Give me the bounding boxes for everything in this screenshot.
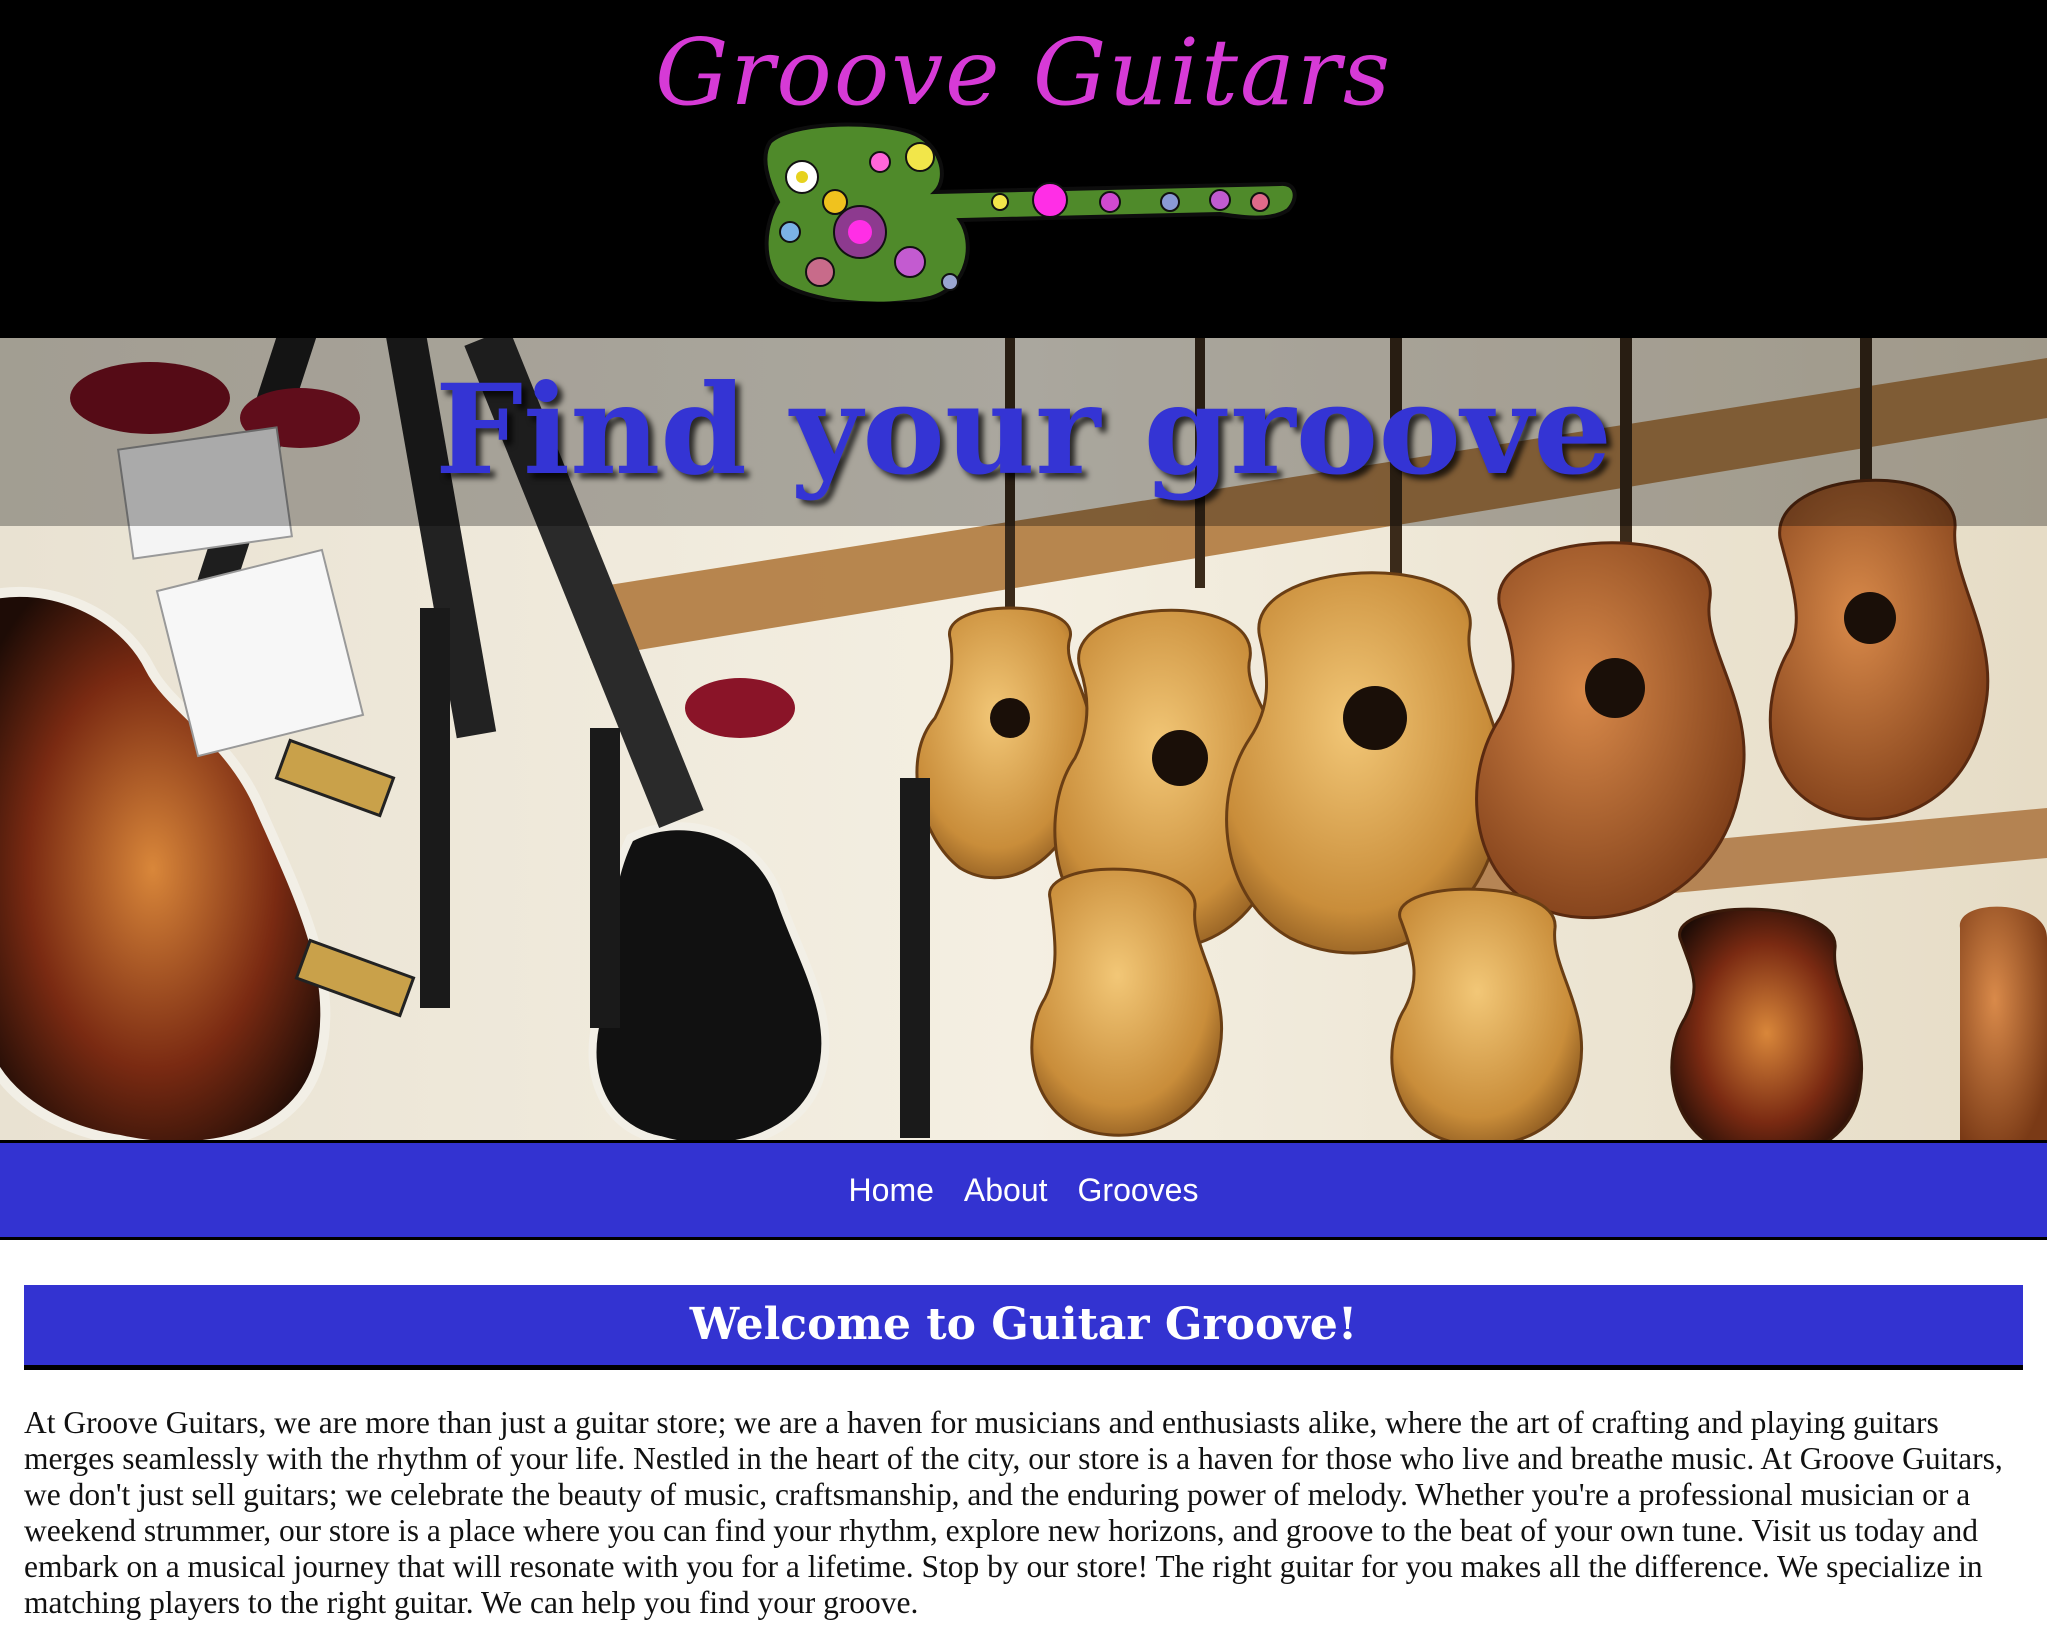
nav-link-home[interactable]: Home bbox=[849, 1172, 934, 1208]
nav-item-grooves: Grooves bbox=[1078, 1172, 1199, 1209]
welcome-heading: Welcome to Guitar Groove! bbox=[689, 1299, 1358, 1350]
site-logo-text[interactable]: Groove Guitars bbox=[0, 18, 2047, 128]
main-nav: Home About Grooves bbox=[0, 1140, 2047, 1240]
flower-guitar-logo[interactable] bbox=[760, 122, 1300, 302]
nav-item-about: About bbox=[964, 1172, 1048, 1209]
nav-link-grooves[interactable]: Grooves bbox=[1078, 1172, 1199, 1208]
nav-list: Home About Grooves bbox=[0, 1143, 2047, 1237]
nav-link-about[interactable]: About bbox=[964, 1172, 1048, 1208]
hero-title: Find your groove bbox=[435, 358, 1612, 503]
site-header: Groove Guitars bbox=[0, 0, 2047, 338]
hero-banner: Find your groove bbox=[0, 338, 2047, 1140]
intro-paragraph: At Groove Guitars, we are more than just… bbox=[24, 1405, 2003, 1620]
welcome-banner: Welcome to Guitar Groove! bbox=[24, 1285, 2023, 1370]
nav-item-home: Home bbox=[849, 1172, 934, 1209]
